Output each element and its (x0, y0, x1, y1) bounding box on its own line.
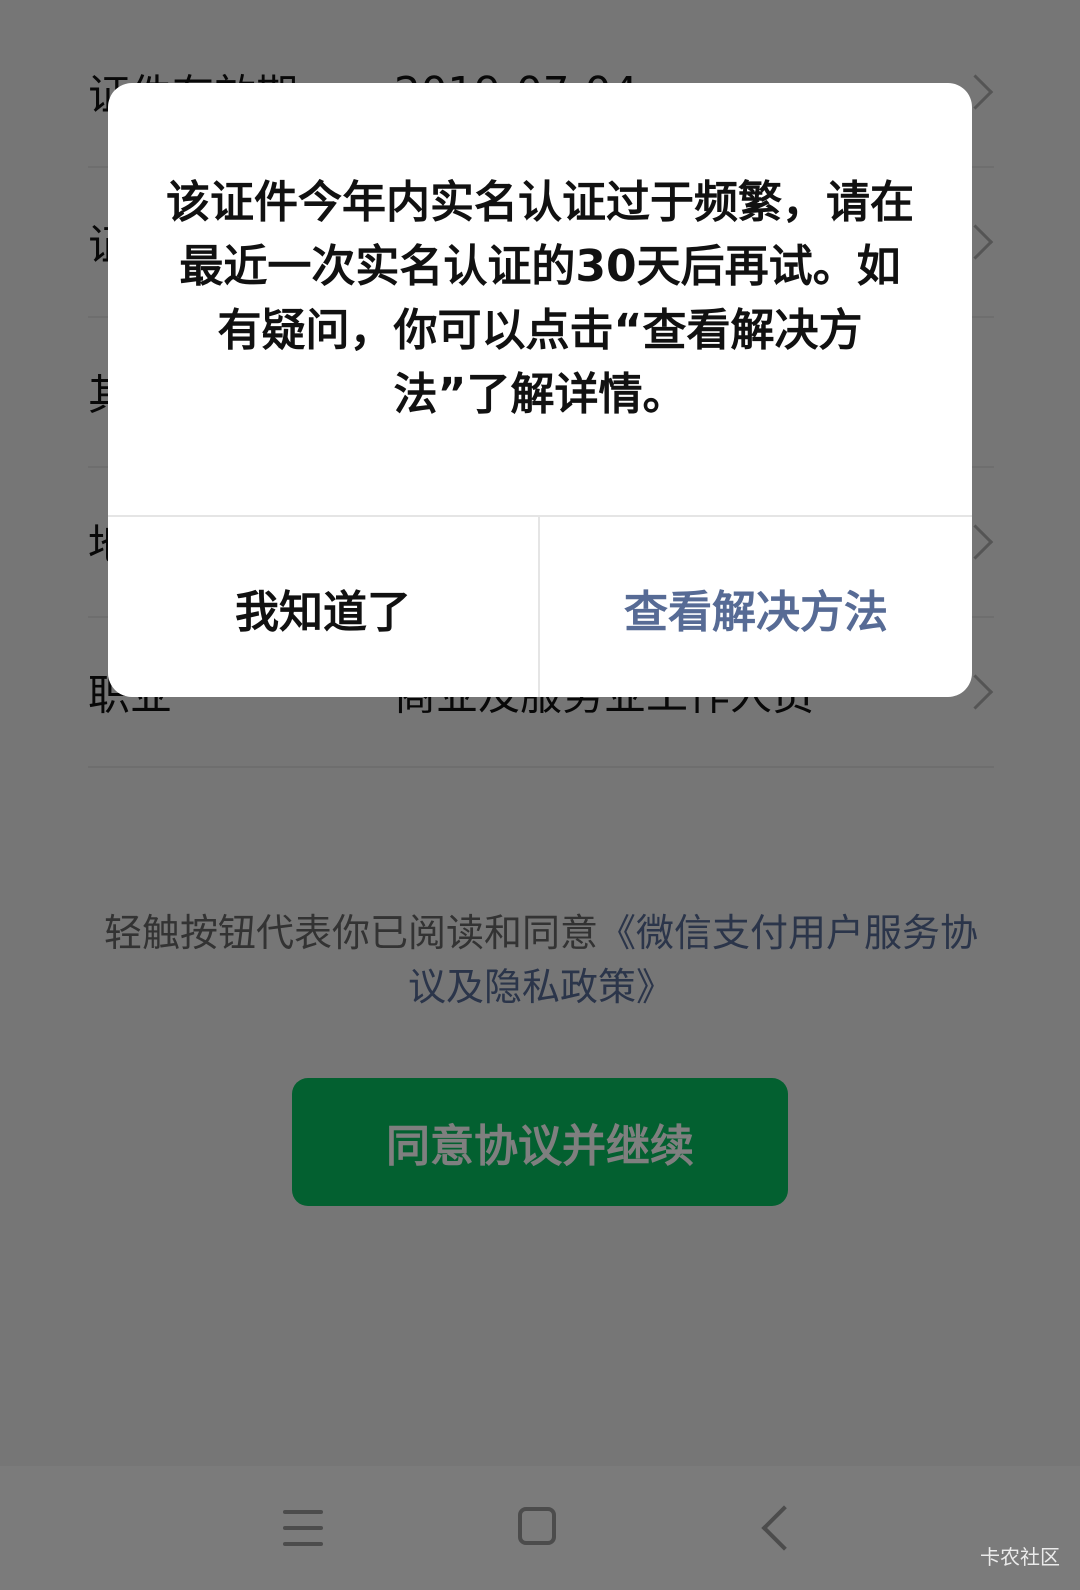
got-it-button[interactable]: 我知道了 (108, 517, 540, 697)
dialog-message: 该证件今年内实名认证过于频繁，请在最近一次实名认证的30天后再试。如有疑问，你可… (166, 177, 914, 420)
watermark: 卡农社区 (980, 1545, 1060, 1569)
alert-dialog: 该证件今年内实名认证过于频繁，请在最近一次实名认证的30天后再试。如有疑问，你可… (108, 83, 972, 697)
view-solution-button[interactable]: 查看解决方法 (540, 517, 972, 697)
dialog-actions: 我知道了 查看解决方法 (108, 515, 972, 697)
